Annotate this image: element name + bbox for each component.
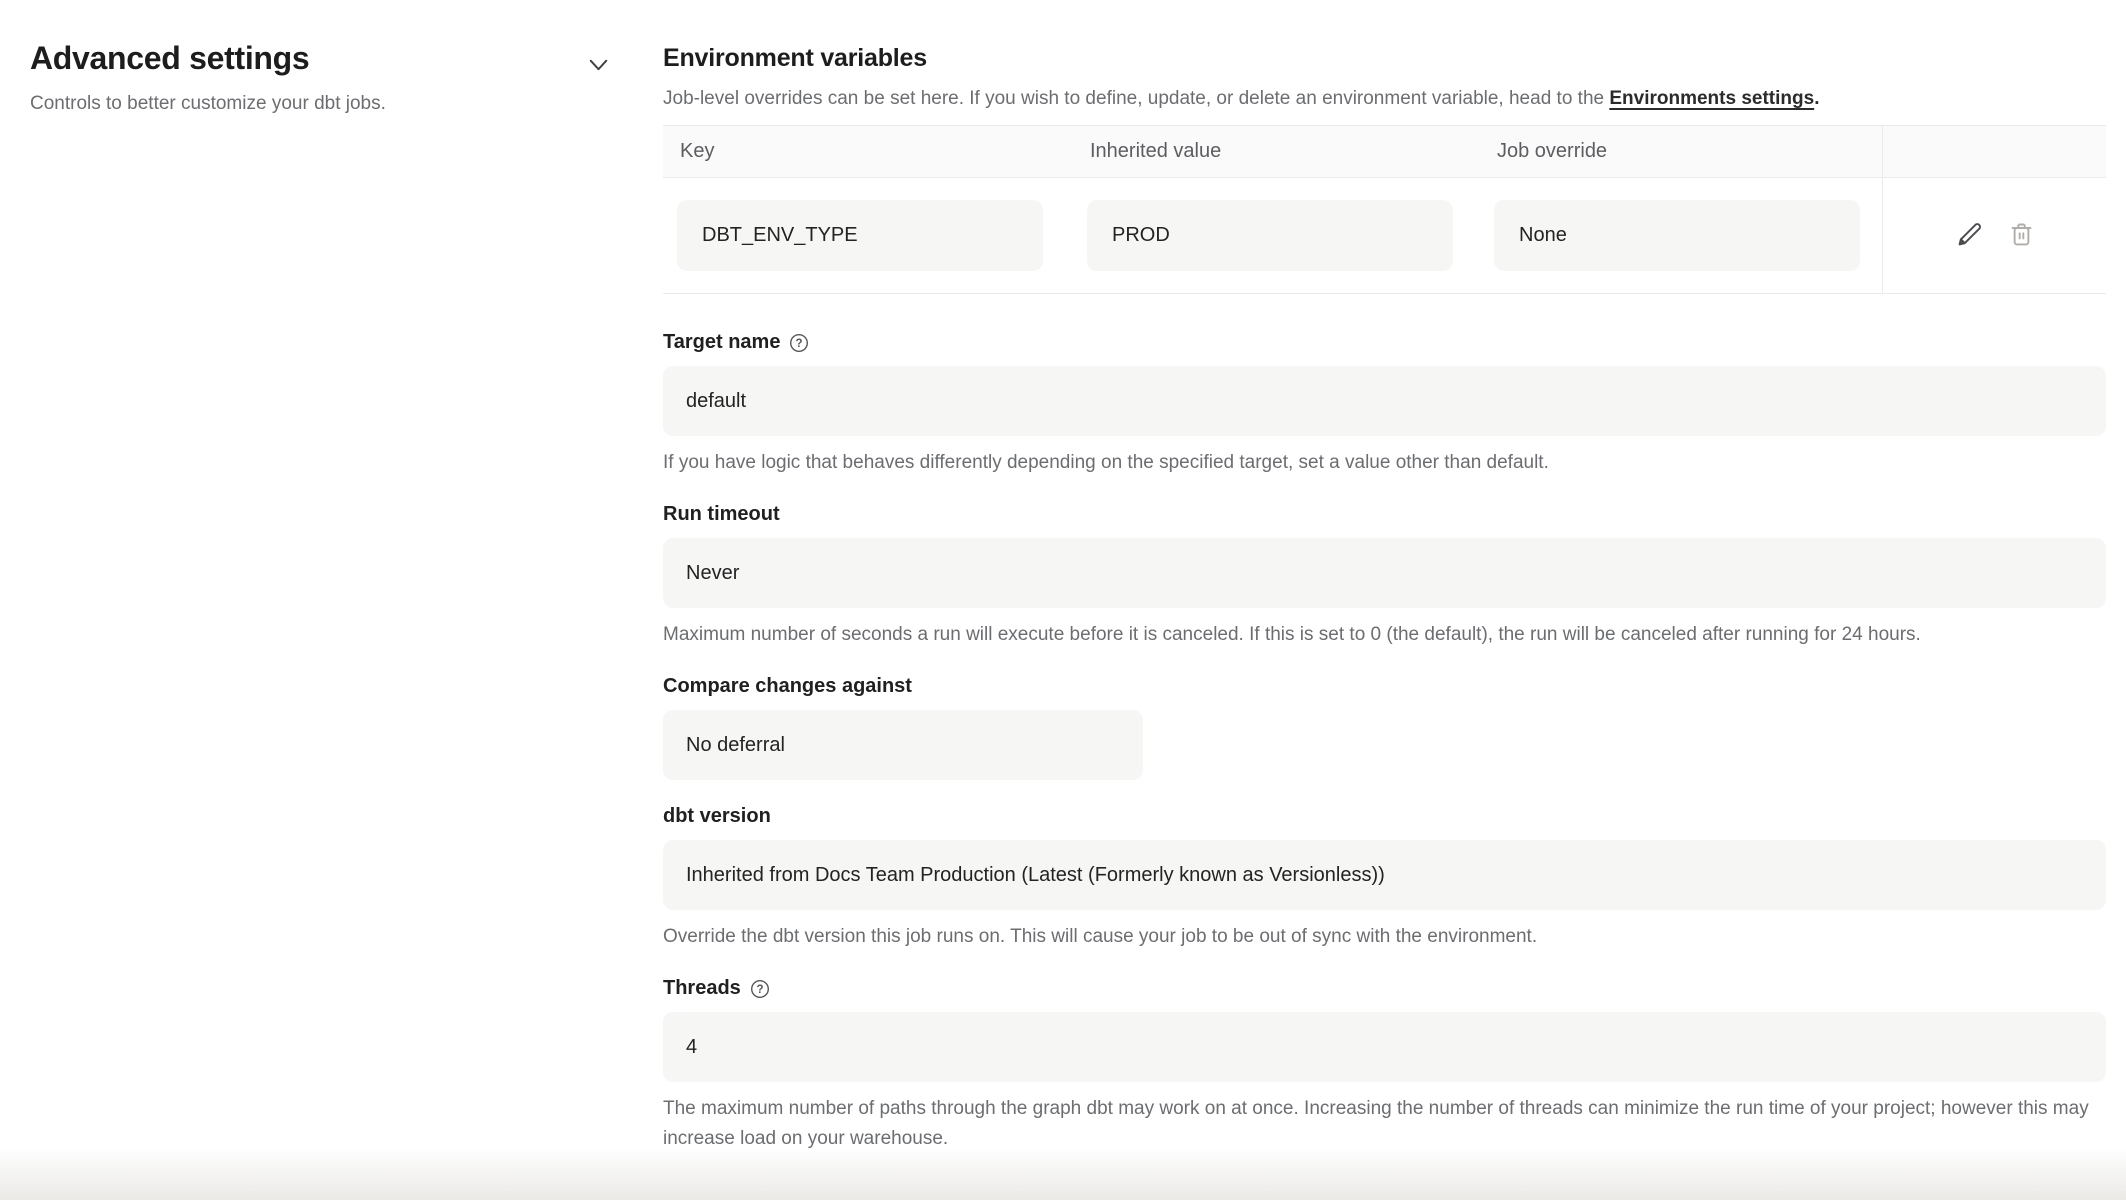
env-vars-description: Job-level overrides can be set here. If … (663, 85, 2106, 112)
trash-icon (2007, 220, 2036, 252)
svg-text:?: ? (756, 984, 763, 996)
target-name-help: If you have logic that behaves different… (663, 448, 2106, 478)
environments-settings-link[interactable]: Environments settings (1609, 88, 1814, 109)
run-timeout-label: Run timeout (663, 502, 2106, 526)
column-header-actions (1882, 126, 2106, 177)
env-var-inherited-value-field: PROD (1087, 200, 1453, 271)
dbt-version-label-text: dbt version (663, 804, 771, 828)
env-var-key-field: DBT_ENV_TYPE (677, 200, 1043, 271)
table-row: DBT_ENV_TYPE PROD None (663, 178, 2106, 293)
column-header-key: Key (663, 126, 1073, 177)
dbt-version-field-group: dbt version Inherited from Docs Team Pro… (663, 804, 2106, 952)
run-timeout-input[interactable]: Never (663, 538, 2106, 608)
env-vars-table-header: Key Inherited value Job override (663, 126, 2106, 178)
threads-label: Threads ? (663, 976, 2106, 1000)
advanced-settings-page: Advanced settings Controls to better cus… (0, 0, 2126, 1173)
column-header-inherited-value: Inherited value (1073, 126, 1480, 177)
question-circle-icon[interactable]: ? (789, 333, 809, 353)
target-name-label-text: Target name (663, 330, 780, 354)
inherited-value-cell: PROD (1073, 178, 1480, 293)
threads-field-group: Threads ? 4 The maximum number of paths … (663, 976, 2106, 1154)
pencil-icon (1954, 219, 1985, 253)
compare-changes-label-text: Compare changes against (663, 674, 912, 698)
env-vars-description-text: Job-level overrides can be set here. If … (663, 88, 1609, 109)
compare-changes-field-group: Compare changes against No deferral (663, 674, 2106, 780)
compare-changes-input[interactable]: No deferral (663, 710, 1143, 780)
target-name-label: Target name ? (663, 330, 2106, 354)
edit-env-var-button[interactable] (1954, 219, 1985, 253)
page-subtitle: Controls to better customize your dbt jo… (30, 91, 663, 117)
key-cell: DBT_ENV_TYPE (663, 178, 1073, 293)
chevron-down-icon (589, 59, 608, 75)
collapse-section-button[interactable] (585, 54, 611, 80)
dbt-version-label: dbt version (663, 804, 2106, 828)
threads-input[interactable]: 4 (663, 1012, 2106, 1082)
threads-label-text: Threads (663, 976, 741, 1000)
left-panel: Advanced settings Controls to better cus… (0, 0, 663, 1173)
dbt-version-input[interactable]: Inherited from Docs Team Production (Lat… (663, 840, 2106, 910)
threads-help: The maximum number of paths through the … (663, 1094, 2106, 1154)
env-var-job-override-field: None (1494, 200, 1860, 271)
column-header-job-override: Job override (1480, 126, 1882, 177)
compare-changes-label: Compare changes against (663, 674, 2106, 698)
question-circle-icon[interactable]: ? (750, 979, 770, 999)
run-timeout-label-text: Run timeout (663, 502, 780, 526)
dbt-version-help: Override the dbt version this job runs o… (663, 922, 2106, 952)
target-name-field-group: Target name ? default If you have logic … (663, 330, 2106, 478)
env-vars-description-suffix: . (1814, 88, 1819, 109)
target-name-input[interactable]: default (663, 366, 2106, 436)
run-timeout-field-group: Run timeout Never Maximum number of seco… (663, 502, 2106, 650)
svg-text:?: ? (796, 338, 803, 350)
job-override-cell: None (1480, 178, 1882, 293)
env-vars-title: Environment variables (663, 42, 2106, 74)
page-title: Advanced settings (30, 38, 663, 78)
row-actions-cell (1882, 178, 2106, 293)
env-vars-table: Key Inherited value Job override DBT_ENV… (663, 125, 2106, 294)
delete-env-var-button[interactable] (2007, 220, 2036, 252)
settings-content: Environment variables Job-level override… (663, 0, 2126, 1173)
run-timeout-help: Maximum number of seconds a run will exe… (663, 620, 2106, 650)
